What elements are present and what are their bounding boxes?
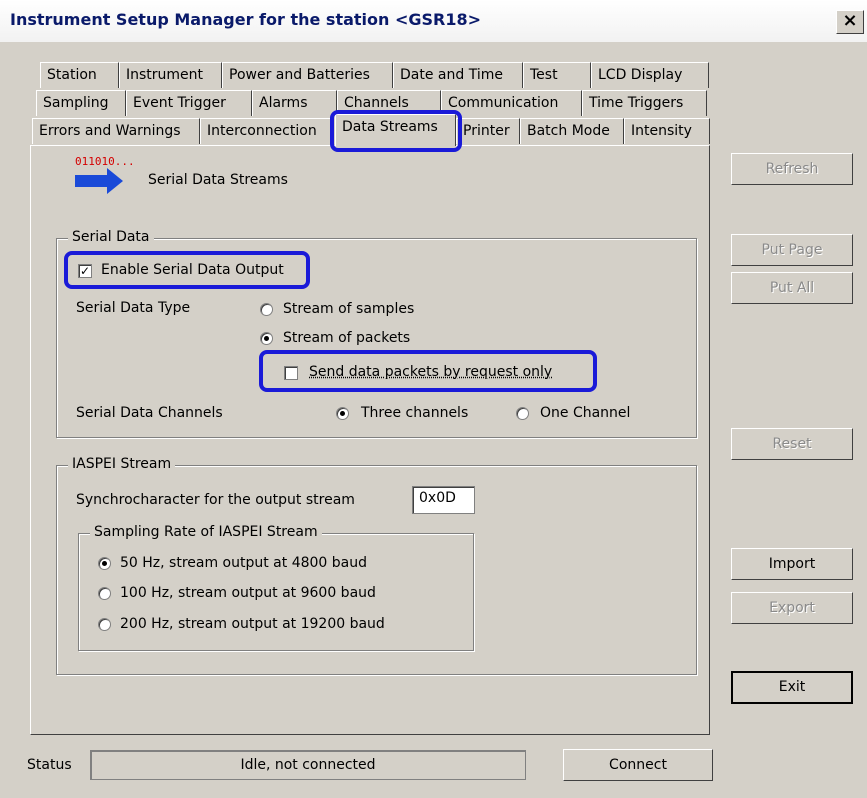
tab-label: Power and Batteries [229,67,370,83]
put-page-button[interactable]: Put Page [731,234,853,266]
tab-date-and-time[interactable]: Date and Time [393,62,523,88]
tab-batch-mode[interactable]: Batch Mode [520,118,624,144]
one-channel-label: One Channel [540,405,631,421]
exit-button[interactable]: Exit [731,671,853,704]
highlight-request-only [259,350,597,392]
title-bar: Instrument Setup Manager for the station… [0,0,867,42]
refresh-button[interactable]: Refresh [731,153,853,185]
export-button[interactable]: Export [731,592,853,624]
tab-label: Intensity [631,123,692,139]
iaspei-group-label: IASPEI Stream [68,456,176,472]
tab-label: Test [530,67,558,83]
tab-errors-and-warnings[interactable]: Errors and Warnings [32,118,200,144]
rate-50hz-label: 50 Hz, stream output at 4800 baud [120,555,368,571]
rate-100hz-radio[interactable] [98,587,111,600]
serial-data-type-label: Serial Data Type [76,300,191,316]
stream-of-packets-radio[interactable] [260,332,273,345]
serial-stream-icon: 011010... [75,155,135,195]
tab-label: Event Trigger [133,95,226,111]
stream-of-packets-label: Stream of packets [283,330,411,346]
put-all-button[interactable]: Put All [731,272,853,304]
tab-alarms[interactable]: Alarms [252,90,337,116]
tab-lcd-display[interactable]: LCD Display [591,62,709,88]
tab-time-triggers[interactable]: Time Triggers [582,90,707,116]
tab-event-trigger[interactable]: Event Trigger [126,90,252,116]
tab-label: Alarms [259,95,308,111]
serial-data-channels-label: Serial Data Channels [76,405,223,421]
tab-label: Sampling [43,95,109,111]
tab-label: Batch Mode [527,123,610,139]
sampling-rate-group-label: Sampling Rate of IASPEI Stream [90,524,322,540]
one-channel-radio[interactable] [516,407,529,420]
tab-printer[interactable]: Printer [456,118,520,144]
three-channels-label: Three channels [361,405,469,421]
stream-of-samples-radio[interactable] [260,303,273,316]
page-title: Serial Data Streams [148,172,288,188]
tab-label: Station [47,67,97,83]
arrow-right-icon [75,168,123,194]
serial-data-group-label: Serial Data [68,229,154,245]
rate-200hz-radio[interactable] [98,618,111,631]
close-button[interactable]: × [836,10,864,34]
tab-label: Printer [463,123,510,139]
tab-instrument[interactable]: Instrument [119,62,222,88]
connect-button[interactable]: Connect [563,749,713,781]
tab-label: Errors and Warnings [39,123,181,139]
tab-label: Interconnection [207,123,317,139]
status-label: Status [27,757,72,773]
status-text: Idle, not connected [90,750,526,780]
tab-label: Instrument [126,67,204,83]
import-button[interactable]: Import [731,548,853,580]
rate-100hz-label: 100 Hz, stream output at 9600 baud [120,585,376,601]
tab-communication[interactable]: Communication [441,90,582,116]
tab-station[interactable]: Station [40,62,119,88]
rate-50hz-radio[interactable] [98,557,111,570]
sync-char-input[interactable]: 0x0D [412,486,475,514]
reset-button[interactable]: Reset [731,428,853,460]
tab-label: Date and Time [400,67,503,83]
tab-label: Time Triggers [589,95,684,111]
sync-char-label: Synchrocharacter for the output stream [76,492,355,508]
tab-interconnection[interactable]: Interconnection [200,118,333,144]
tab-label: Communication [448,95,559,111]
rate-200hz-label: 200 Hz, stream output at 19200 baud [120,616,385,632]
tab-label: LCD Display [598,67,683,83]
highlight-data-streams-tab [330,110,462,152]
tab-power-and-batteries[interactable]: Power and Batteries [222,62,393,88]
stream-of-samples-label: Stream of samples [283,301,415,317]
tab-test[interactable]: Test [523,62,591,88]
window-title: Instrument Setup Manager for the station… [10,10,482,29]
tab-intensity[interactable]: Intensity [624,118,710,144]
highlight-enable-serial [64,251,310,289]
tab-sampling[interactable]: Sampling [36,90,126,116]
three-channels-radio[interactable] [336,407,349,420]
